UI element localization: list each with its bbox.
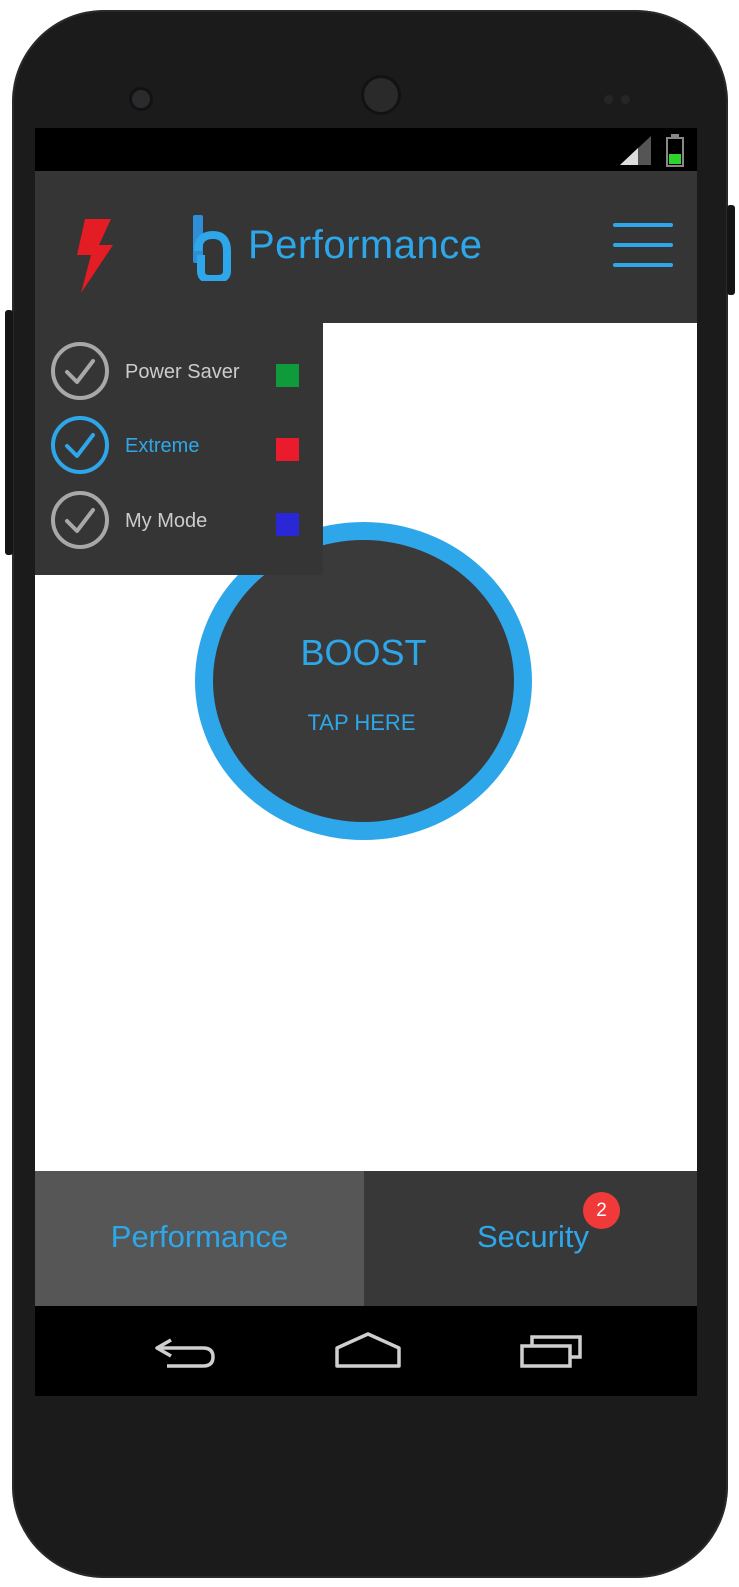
lightning-bolt-icon: [77, 219, 113, 293]
back-icon[interactable]: [153, 1330, 219, 1370]
boost-title: BOOST: [300, 632, 427, 673]
mode-label: Power Saver: [125, 361, 240, 383]
battery-icon: [666, 134, 684, 167]
mode-color-swatch: [276, 364, 299, 387]
mode-label: Extreme: [125, 435, 200, 457]
check-circle-icon: [51, 416, 109, 474]
proximity-sensors: [604, 91, 638, 104]
notification-badge: 2: [583, 1192, 620, 1229]
check-circle-icon: [51, 342, 109, 400]
system-nav-bar: [35, 1306, 697, 1396]
app-bar: Performance: [35, 171, 697, 323]
menu-button[interactable]: [613, 223, 675, 273]
boost-subtitle: TAP HERE: [307, 710, 416, 735]
volume-button: [5, 310, 13, 555]
power-button: [727, 205, 735, 295]
tab-label: Performance: [110, 1219, 289, 1254]
app-logo-icon: [193, 215, 231, 281]
cell-signal-icon: [620, 136, 651, 165]
hamburger-menu-icon: [613, 223, 673, 227]
tab-security[interactable]: Security 2: [364, 1171, 697, 1306]
tab-label: Security: [477, 1219, 589, 1254]
mode-item-power-saver[interactable]: Power Saver: [35, 333, 323, 407]
earpiece-speaker: [364, 78, 398, 112]
recents-icon[interactable]: [518, 1330, 584, 1370]
check-circle-icon: [51, 491, 109, 549]
home-icon[interactable]: [333, 1330, 403, 1370]
screen: Performance Power Saver Extreme My Mode …: [35, 128, 697, 1396]
page-title: Performance: [248, 223, 483, 267]
mode-panel: Power Saver Extreme My Mode: [35, 323, 323, 575]
mode-item-extreme[interactable]: Extreme: [35, 407, 323, 481]
mode-color-swatch: [276, 513, 299, 536]
tab-performance[interactable]: Performance: [35, 1171, 364, 1306]
bottom-tabs: Performance Security 2: [35, 1171, 697, 1306]
front-camera: [132, 90, 150, 108]
mode-item-my-mode[interactable]: My Mode: [35, 482, 323, 556]
mode-label: My Mode: [125, 510, 208, 532]
mode-color-swatch: [276, 438, 299, 461]
status-bar: [35, 128, 697, 171]
